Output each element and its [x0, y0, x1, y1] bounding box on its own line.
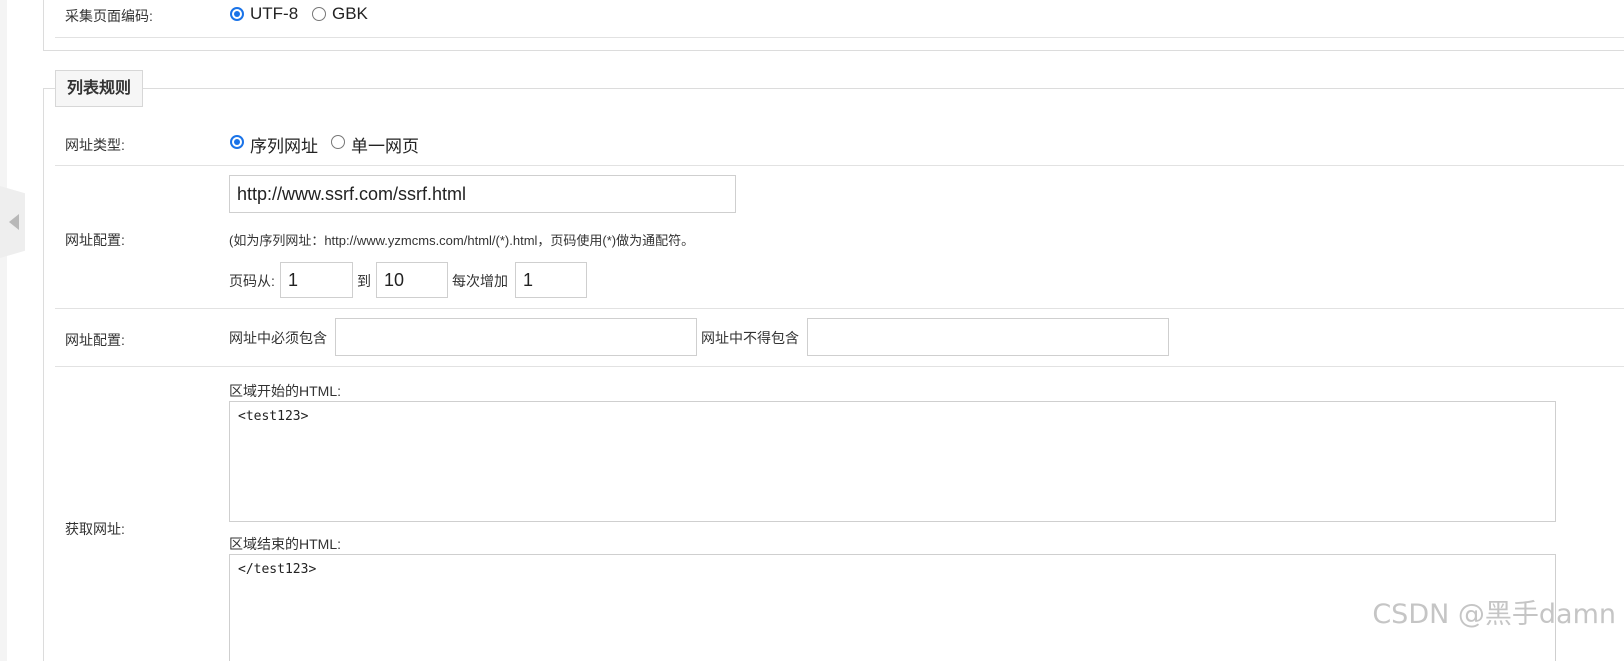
- end-html-textarea[interactable]: </test123>: [229, 554, 1556, 661]
- get-url-label: 获取网址:: [65, 521, 125, 537]
- radio-single-page[interactable]: [331, 135, 345, 149]
- url-filter-label: 网址配置:: [65, 332, 125, 348]
- radio-utf8-label[interactable]: UTF-8: [250, 4, 298, 24]
- radio-single-page-label[interactable]: 单一网页: [351, 132, 419, 157]
- radio-sequence-url-label[interactable]: 序列网址: [250, 132, 318, 157]
- top-fieldset-bottom-border: [43, 50, 1624, 51]
- row-divider: [55, 308, 1624, 309]
- must-exclude-label: 网址中不得包含: [701, 330, 799, 346]
- radio-sequence-url[interactable]: [230, 135, 244, 149]
- page-step-label: 每次增加: [452, 273, 508, 289]
- radio-gbk-label[interactable]: GBK: [332, 4, 368, 24]
- radio-gbk[interactable]: [312, 7, 326, 21]
- start-html-textarea[interactable]: <test123>: [229, 401, 1556, 522]
- sidebar-collapse-tab[interactable]: [0, 186, 25, 258]
- must-exclude-input[interactable]: [807, 318, 1169, 356]
- page-step-input[interactable]: [515, 262, 587, 298]
- start-html-label: 区域开始的HTML:: [229, 383, 341, 399]
- top-fieldset-left-border: [43, 0, 44, 50]
- radio-utf8[interactable]: [230, 7, 244, 21]
- left-edge-strip: [0, 0, 7, 661]
- sequence-url-input[interactable]: [229, 175, 736, 213]
- chevron-left-icon: [9, 214, 19, 230]
- end-html-label: 区域结束的HTML:: [229, 536, 341, 552]
- url-config-label: 网址配置:: [65, 232, 125, 248]
- row-divider: [55, 37, 1624, 38]
- list-rules-legend: 列表规则: [55, 70, 143, 107]
- row-divider: [55, 366, 1624, 367]
- page-to-input[interactable]: [376, 262, 448, 298]
- page-from-label: 页码从:: [229, 273, 275, 289]
- page-from-input[interactable]: [280, 262, 353, 298]
- must-include-label: 网址中必须包含: [229, 330, 327, 346]
- row-divider: [55, 165, 1624, 166]
- list-rules-fieldset-top-border: [43, 88, 1624, 89]
- list-rules-fieldset-left-border: [43, 88, 44, 661]
- url-type-label: 网址类型:: [65, 137, 125, 153]
- url-config-hint: (如为序列网址：http://www.yzmcms.com/html/(*).h…: [229, 233, 695, 248]
- csdn-watermark: CSDN @黑手damn: [1372, 599, 1616, 630]
- encoding-label: 采集页面编码:: [65, 8, 153, 24]
- must-include-input[interactable]: [335, 318, 697, 356]
- page-to-label: 到: [357, 273, 371, 289]
